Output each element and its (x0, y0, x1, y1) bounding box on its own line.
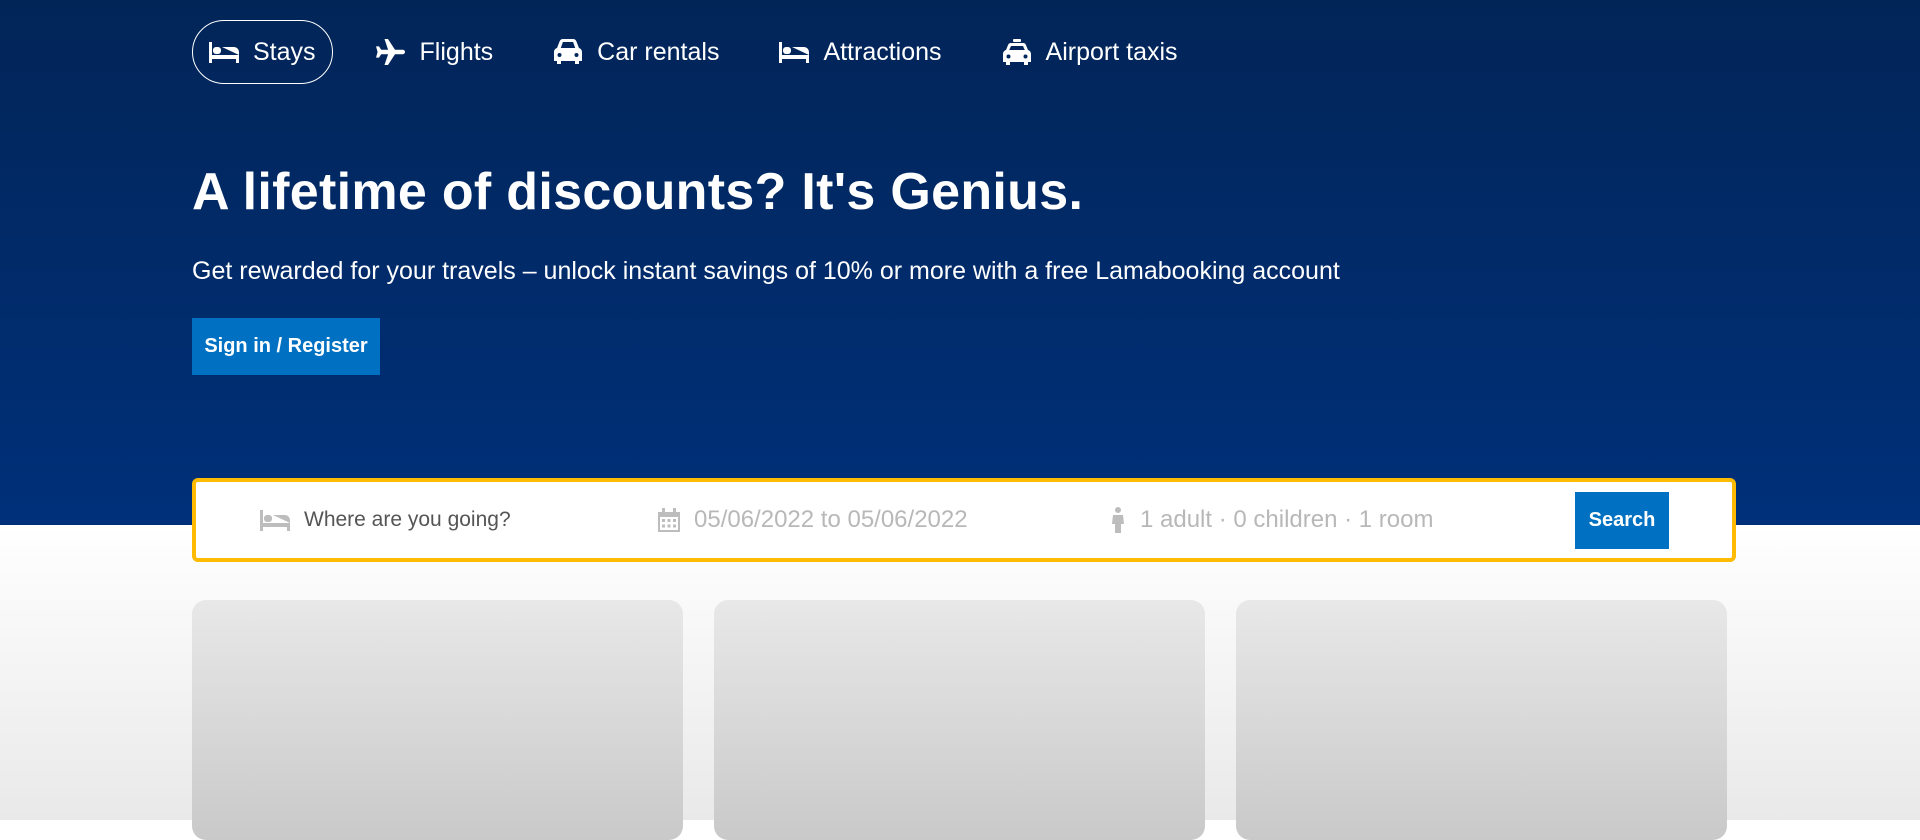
nav-label: Car rentals (597, 37, 720, 66)
nav-item-airport-taxis[interactable]: Airport taxis (985, 20, 1195, 84)
sign-in-register-button[interactable]: Sign in / Register (192, 318, 380, 375)
bed-icon (260, 508, 290, 532)
date-range-text: 05/06/2022 to 05/06/2022 (694, 506, 968, 533)
bed-icon (209, 39, 239, 65)
nav-item-stays[interactable]: Stays (192, 20, 333, 84)
nav-label: Attractions (823, 37, 942, 66)
hero-title: A lifetime of discounts? It's Genius. (192, 163, 1084, 221)
nav-label: Airport taxis (1045, 37, 1178, 66)
guests-text: 1 adult · 0 children · 1 room (1140, 506, 1434, 533)
date-picker-field[interactable]: 05/06/2022 to 05/06/2022 (658, 482, 968, 558)
plane-icon (375, 39, 406, 65)
destination-input[interactable] (304, 508, 604, 532)
main-nav: Stays Flights Car rentals Attractions Ai… (192, 20, 1221, 84)
calendar-icon (658, 508, 680, 532)
hero-subtitle: Get rewarded for your travels – unlock i… (192, 257, 1340, 285)
nav-item-attractions[interactable]: Attractions (762, 20, 958, 84)
nav-item-car-rentals[interactable]: Car rentals (536, 20, 736, 84)
property-card-placeholder[interactable] (714, 600, 1205, 840)
search-bar: 05/06/2022 to 05/06/2022 1 adult · 0 chi… (192, 478, 1736, 562)
search-button[interactable]: Search (1575, 492, 1669, 549)
person-icon (1110, 507, 1126, 533)
guests-field[interactable]: 1 adult · 0 children · 1 room (1110, 482, 1433, 558)
destination-field[interactable] (260, 482, 604, 558)
bed-icon (779, 39, 810, 65)
nav-label: Flights (419, 37, 494, 66)
nav-item-flights[interactable]: Flights (359, 20, 511, 84)
car-icon (553, 39, 583, 65)
taxi-icon (1002, 39, 1032, 65)
nav-label: Stays (253, 37, 316, 66)
property-card-placeholder[interactable] (192, 600, 683, 840)
property-card-placeholder[interactable] (1236, 600, 1727, 840)
